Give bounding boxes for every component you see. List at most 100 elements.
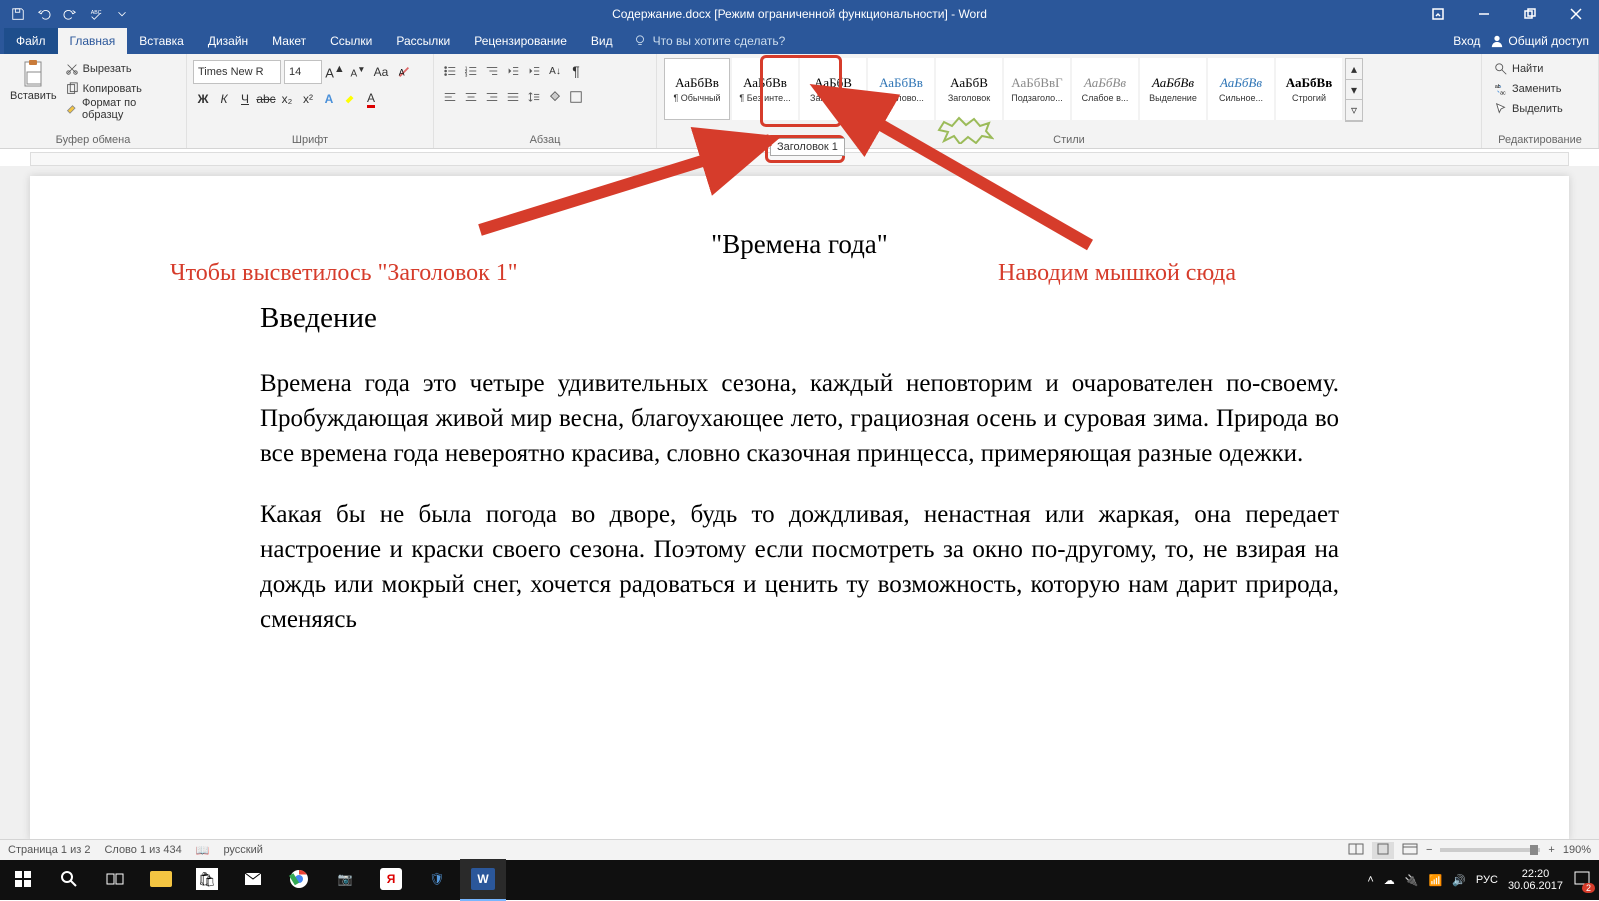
power-icon[interactable]: 🔌 [1405,874,1419,887]
pilcrow-icon[interactable]: ¶ [566,60,586,82]
zoom-level[interactable]: 190% [1563,844,1591,856]
share-button[interactable]: Общий доступ [1490,34,1589,48]
signin-link[interactable]: Вход [1453,34,1480,48]
tab-file[interactable]: Файл [4,28,58,54]
tab-mailings[interactable]: Рассылки [384,28,462,54]
close-icon[interactable] [1553,0,1599,28]
text-effects-icon[interactable]: A [319,88,339,110]
web-layout-icon[interactable] [1402,843,1418,858]
paste-button[interactable]: Вставить [6,56,61,104]
shrink-font-icon[interactable]: A▼ [348,61,368,83]
tab-insert[interactable]: Вставка [127,28,196,54]
bullets-icon[interactable] [440,60,460,82]
style-item-7[interactable]: АаБбВвВыделение [1140,58,1206,120]
antivirus-icon[interactable]: 🛡 [414,859,460,899]
notifications-icon[interactable]: 2 [1573,870,1591,891]
document-paragraph[interactable]: Какая бы не была погода во дворе, будь т… [260,497,1339,637]
justify-icon[interactable] [503,86,523,108]
align-center-icon[interactable] [461,86,481,108]
format-painter-button[interactable]: Формат по образцу [65,100,176,118]
style-item-9[interactable]: АаБбВвСтрогий [1276,58,1342,120]
align-left-icon[interactable] [440,86,460,108]
sort-icon[interactable]: A↓ [545,60,565,82]
styles-scroll[interactable]: ▴▾▿ [1345,58,1363,122]
increase-indent-icon[interactable] [524,60,544,82]
change-case-icon[interactable]: Aa [371,61,391,83]
replace-button[interactable]: abacЗаменить [1494,80,1563,98]
multilevel-icon[interactable] [482,60,502,82]
input-lang[interactable]: РУС [1476,874,1498,886]
zoom-in-icon[interactable]: + [1548,844,1554,856]
underline-button[interactable]: Ч [235,88,255,110]
strike-button[interactable]: abc [256,88,276,110]
tab-references[interactable]: Ссылки [318,28,384,54]
search-icon[interactable] [46,859,92,899]
spellcheck-icon[interactable]: ABC [84,2,108,26]
tab-design[interactable]: Дизайн [196,28,260,54]
grow-font-icon[interactable]: A▲ [325,61,345,83]
ribbon-options-icon[interactable] [1415,0,1461,28]
italic-button[interactable]: К [214,88,234,110]
status-language[interactable]: русский [223,844,262,856]
save-icon[interactable] [6,2,30,26]
style-item-6[interactable]: АаБбВвСлабое в... [1072,58,1138,120]
style-item-5[interactable]: АаБбВвГПодзаголо... [1004,58,1070,120]
zoom-slider[interactable] [1440,848,1540,852]
style-item-3[interactable]: АаБбВвЗаголово... [868,58,934,120]
network-icon[interactable]: 📶 [1429,874,1443,887]
align-right-icon[interactable] [482,86,502,108]
mail-icon[interactable] [230,859,276,899]
document-title[interactable]: "Времена года" [260,226,1339,264]
copy-button[interactable]: Копировать [65,80,176,98]
style-item-4[interactable]: АаБбВЗаголовок [936,58,1002,120]
style-item-0[interactable]: АаБбВв¶ Обычный [664,58,730,120]
explorer-icon[interactable] [138,859,184,899]
redo-icon[interactable] [58,2,82,26]
cut-button[interactable]: Вырезать [65,60,176,78]
clock[interactable]: 22:20 30.06.2017 [1508,868,1563,892]
style-item-2[interactable]: АаБбВЗаголово... [800,58,866,120]
numbering-icon[interactable]: 123 [461,60,481,82]
zoom-out-icon[interactable]: − [1426,844,1432,856]
decrease-indent-icon[interactable] [503,60,523,82]
superscript-button[interactable]: x² [298,88,318,110]
maximize-icon[interactable] [1507,0,1553,28]
read-mode-icon[interactable] [1348,843,1364,858]
select-button[interactable]: Выделить [1494,100,1563,118]
undo-icon[interactable] [32,2,56,26]
page[interactable]: "Времена года" Введение Времена года это… [30,176,1569,840]
bold-button[interactable]: Ж [193,88,213,110]
style-item-8[interactable]: АаБбВвСильное... [1208,58,1274,120]
tab-home[interactable]: Главная [58,28,128,54]
highlight-icon[interactable] [340,88,360,110]
font-name-input[interactable]: Times New R [193,60,281,84]
task-view-icon[interactable] [92,859,138,899]
find-button[interactable]: Найти [1494,60,1563,78]
line-spacing-icon[interactable] [524,86,544,108]
tray-chevron-icon[interactable]: ˄ [1367,874,1373,886]
font-color-icon[interactable]: A [361,88,381,110]
font-size-input[interactable]: 14 [284,60,322,84]
store-icon[interactable]: 🛍 [184,859,230,899]
status-words[interactable]: Слово 1 из 434 [104,844,181,856]
borders-icon[interactable] [566,86,586,108]
yandex-icon[interactable]: Я [368,859,414,899]
clear-format-icon[interactable]: A [394,61,414,83]
volume-icon[interactable]: 🔊 [1452,874,1466,887]
shading-icon[interactable] [545,86,565,108]
tab-view[interactable]: Вид [579,28,625,54]
subscript-button[interactable]: x₂ [277,88,297,110]
tab-review[interactable]: Рецензирование [462,28,579,54]
onedrive-icon[interactable]: ☁ [1384,874,1395,887]
word-icon[interactable]: W [460,859,506,901]
status-page[interactable]: Страница 1 из 2 [8,844,90,856]
style-item-1[interactable]: АаБбВв¶ Без инте... [732,58,798,120]
tell-me-search[interactable]: Что вы хотите сделать? [633,28,786,54]
proofing-icon[interactable]: 📖 [196,844,210,857]
document-paragraph[interactable]: Времена года это четыре удивительных сез… [260,366,1339,471]
document-heading[interactable]: Введение [260,298,1339,339]
print-layout-icon[interactable] [1372,842,1394,859]
start-button[interactable] [0,859,46,899]
chrome-icon[interactable] [276,859,322,899]
tab-layout[interactable]: Макет [260,28,318,54]
